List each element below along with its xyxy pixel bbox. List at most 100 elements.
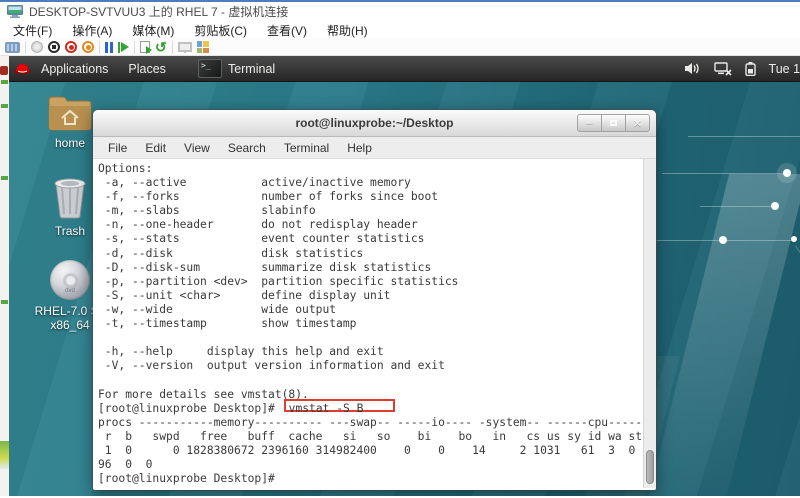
terminal-output-line: -t, --timestamp show timestamp [98, 317, 640, 331]
toolbar-separator [99, 41, 100, 54]
dvd-disc-icon: dvd [50, 260, 90, 300]
hyperv-app-icon [7, 5, 23, 18]
terminal-output-line [98, 331, 640, 345]
vm-menu-clipboard[interactable]: 剪贴板(C) [184, 22, 257, 39]
terminal-output-line: -h, --help display this help and exit [98, 345, 640, 359]
terminal-output-line: procs -----------memory---------- ---swa… [98, 416, 640, 430]
vm-menubar: 文件(F) 操作(A) 媒体(M) 剪贴板(C) 查看(V) 帮助(H) [0, 21, 800, 39]
clock[interactable]: Tue 18 [769, 62, 800, 76]
terminal-output-line: -f, --forks number of forks since boot [98, 190, 640, 204]
applications-menu[interactable]: Applications [31, 56, 118, 82]
basic-session-icon[interactable] [178, 42, 192, 52]
terminal-output-line: r b swpd free buff cache si so bi bo in … [98, 430, 640, 444]
terminal-output-line: -S, --unit <char> define display unit [98, 289, 640, 303]
terminal-output-line: -D, --disk-sum summarize disk statistics [98, 261, 640, 275]
taskbar-terminal-label: Terminal [228, 62, 275, 76]
terminal-output-line [98, 373, 640, 387]
sliver-mark [1, 176, 8, 180]
wallpaper-node-dot [783, 169, 791, 177]
enhanced-session-icon[interactable] [197, 41, 209, 53]
wallpaper-node-dot [771, 202, 779, 210]
toolbar-separator [172, 41, 173, 54]
maximize-button[interactable] [601, 114, 626, 132]
places-menu[interactable]: Places [118, 56, 176, 82]
terminal-menu-file[interactable]: File [99, 141, 136, 155]
volume-icon[interactable] [685, 62, 701, 75]
highlighted-command: vmstat -S B [284, 399, 396, 412]
network-icon[interactable] [714, 62, 732, 76]
terminal-window: root@linuxprobe:~/Desktop – ✕ File Edit … [93, 110, 656, 490]
terminal-window-buttons: – ✕ [578, 114, 650, 132]
vm-titlebar: DESKTOP-SVTVUU3 上的 RHEL 7 - 虚拟机连接 [0, 0, 800, 21]
vm-menu-view[interactable]: 查看(V) [257, 22, 317, 39]
wallpaper-node-dot [719, 236, 727, 244]
checkpoint-icon[interactable] [140, 41, 150, 53]
terminal-output-line: Options: [98, 162, 640, 176]
terminal-title: root@linuxprobe:~/Desktop [295, 116, 453, 130]
trash-icon [50, 176, 90, 220]
redhat-logo-icon [14, 62, 31, 75]
gnome-status-area: Tue 18 [685, 62, 800, 76]
terminal-scrollbar[interactable] [643, 159, 656, 488]
terminal-output-line: [root@linuxprobe Desktop]# [98, 472, 640, 486]
sliver-mark [1, 80, 8, 84]
toolbar-separator [25, 41, 26, 54]
terminal-output-line: -w, --wide wide output [98, 303, 640, 317]
close-button[interactable]: ✕ [625, 114, 650, 132]
terminal-titlebar[interactable]: root@linuxprobe:~/Desktop – ✕ [93, 110, 656, 137]
sliver-mark [1, 104, 8, 108]
shut-down-icon[interactable] [65, 41, 77, 53]
ctrl-alt-del-icon[interactable] [5, 42, 20, 53]
background-window-sliver [0, 56, 9, 496]
vm-connection-window: DESKTOP-SVTVUU3 上的 RHEL 7 - 虚拟机连接 文件(F) … [0, 0, 800, 498]
vm-menu-media[interactable]: 媒体(M) [122, 22, 184, 39]
toolbar-separator [134, 41, 135, 54]
terminal-menu-help[interactable]: Help [338, 141, 381, 155]
wallpaper-node-line [662, 173, 787, 174]
wallpaper-node-dot [791, 236, 797, 242]
shell-prompt: [root@linuxprobe Desktop]# [98, 402, 282, 415]
wallpaper-node-line [700, 206, 775, 207]
terminal-output-line: -p, --partition <dev> partition specific… [98, 275, 640, 289]
start-icon[interactable] [31, 41, 43, 53]
terminal-output-line: -d, --disk disk statistics [98, 247, 640, 261]
terminal-content[interactable]: Options: -a, --active active/inactive me… [93, 159, 656, 488]
terminal-icon: >_ [198, 59, 222, 78]
minimize-button[interactable]: – [577, 114, 602, 132]
terminal-prompt-line: [root@linuxprobe Desktop]# vmstat -S B [98, 402, 640, 416]
pause-icon[interactable] [105, 42, 113, 53]
vm-display: Applications Places >_ Terminal [0, 56, 800, 496]
terminal-output-line: -s, --stats event counter statistics [98, 232, 640, 246]
terminal-output-line: -m, --slabs slabinfo [98, 204, 640, 218]
battery-icon[interactable] [745, 62, 756, 76]
save-icon[interactable] [82, 41, 94, 53]
terminal-output-line: -n, --one-header do not redisplay header [98, 218, 640, 232]
home-folder-icon [47, 94, 93, 132]
maximize-icon [610, 120, 617, 126]
scrollbar-thumb[interactable] [646, 450, 654, 484]
sliver-mark [0, 66, 8, 75]
terminal-output-line: 1 0 0 1828380672 2396160 314982400 0 0 1… [98, 444, 640, 458]
terminal-menu-view[interactable]: View [175, 141, 219, 155]
revert-checkpoint-icon[interactable]: ↺ [155, 41, 167, 53]
sliver-mark [1, 300, 8, 304]
vm-menu-action[interactable]: 操作(A) [62, 22, 122, 39]
wallpaper-node-line [688, 136, 800, 137]
terminal-menubar: File Edit View Search Terminal Help [93, 137, 656, 159]
terminal-output-line: -V, --version output version information… [98, 359, 640, 373]
taskbar-terminal-button[interactable]: >_ Terminal [192, 56, 281, 82]
terminal-menu-search[interactable]: Search [219, 141, 275, 155]
reset-icon[interactable] [118, 42, 129, 53]
gnome-top-bar: Applications Places >_ Terminal [9, 56, 800, 82]
terminal-output-line: -a, --active active/inactive memory [98, 176, 640, 190]
vm-toolbar: ↺ [0, 39, 800, 56]
vm-window-title: DESKTOP-SVTVUU3 上的 RHEL 7 - 虚拟机连接 [29, 3, 288, 20]
sliver-mark [0, 441, 9, 469]
terminal-menu-terminal[interactable]: Terminal [275, 141, 338, 155]
vm-menu-file[interactable]: 文件(F) [3, 22, 62, 39]
terminal-output-line: 96 0 0 [98, 458, 640, 472]
terminal-menu-edit[interactable]: Edit [136, 141, 175, 155]
dvd-disc-text: dvd [65, 288, 75, 294]
vm-menu-help[interactable]: 帮助(H) [317, 22, 378, 39]
turn-off-icon[interactable] [48, 41, 60, 53]
